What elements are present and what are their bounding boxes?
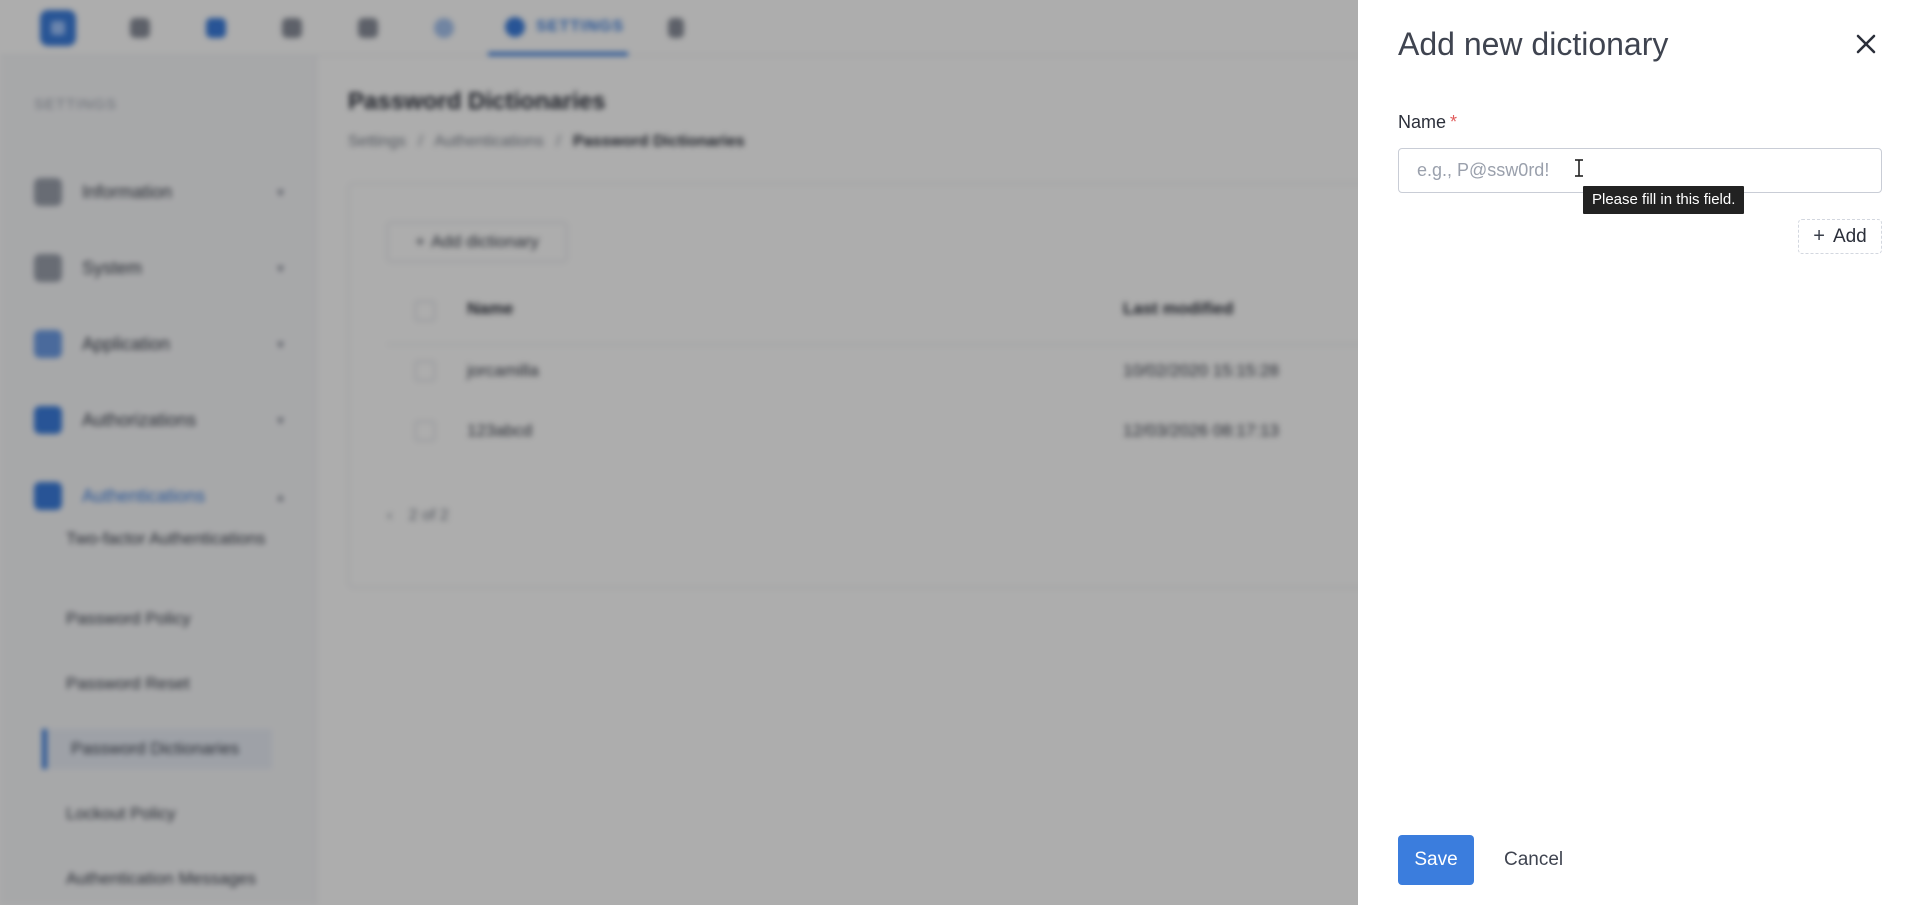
plus-icon: + <box>1813 225 1825 247</box>
validation-tooltip: Please fill in this field. <box>1583 186 1745 214</box>
drawer-title: Add new dictionary <box>1398 26 1669 62</box>
close-button[interactable] <box>1848 26 1884 62</box>
save-button[interactable]: Save <box>1398 835 1474 885</box>
required-indicator: * <box>1450 112 1458 132</box>
add-word-button[interactable]: + Add <box>1798 219 1882 254</box>
add-dictionary-drawer: Add new dictionary Name* Please fill in … <box>1358 0 1916 905</box>
name-field-label: Name * <box>1398 112 1457 133</box>
text-cursor-icon <box>1575 159 1583 177</box>
cancel-button[interactable]: Cancel <box>1494 835 1573 885</box>
name-label-text: Name <box>1398 112 1447 132</box>
add-word-label: Add <box>1832 225 1867 247</box>
close-icon <box>1856 34 1876 54</box>
